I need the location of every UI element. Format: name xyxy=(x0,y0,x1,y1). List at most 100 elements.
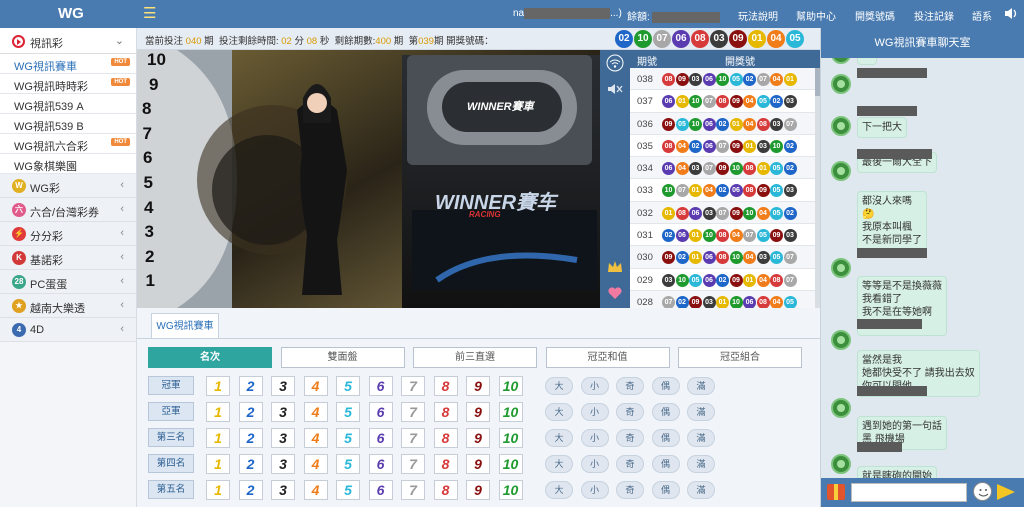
heart-icon[interactable] xyxy=(606,284,624,302)
number-pick-button[interactable]: 10 xyxy=(498,480,523,500)
number-pick-button[interactable]: 8 xyxy=(433,454,458,474)
number-pick-button[interactable]: 3 xyxy=(271,376,295,396)
number-pick-button[interactable]: 7 xyxy=(401,428,425,448)
sidebar-group[interactable]: ⚡ 分分彩 ‹ xyxy=(0,222,136,246)
sidebar-item[interactable]: WG視訊時時彩 HOT xyxy=(0,74,136,94)
number-pick-button[interactable]: 6 xyxy=(368,402,393,422)
number-pick-button[interactable]: 10 xyxy=(498,376,523,396)
number-pick-button[interactable]: 9 xyxy=(466,480,490,500)
number-pick-button[interactable]: 2 xyxy=(238,376,263,396)
hamburger-icon[interactable]: ☰ xyxy=(143,4,156,22)
number-pick-button[interactable]: 3 xyxy=(271,402,295,422)
chat-input[interactable] xyxy=(851,483,967,502)
number-pick-button[interactable]: 3 xyxy=(271,454,295,474)
number-pick-button[interactable]: 5 xyxy=(336,428,360,448)
nav-bet-history[interactable]: 投注記錄 xyxy=(914,8,954,23)
number-pick-button[interactable]: 1 xyxy=(206,402,230,422)
sidebar-item[interactable]: WG視訊539 A xyxy=(0,94,136,114)
number-pick-button[interactable]: 7 xyxy=(401,402,425,422)
number-pick-button[interactable]: 8 xyxy=(433,376,458,396)
number-pick-button[interactable]: 7 xyxy=(401,454,425,474)
number-pick-button[interactable]: 1 xyxy=(206,454,230,474)
send-icon[interactable] xyxy=(997,484,1015,500)
tab-wg-video-racing[interactable]: WG視訊賽車 xyxy=(151,313,219,339)
bet-mode-tab[interactable]: 前三直選 xyxy=(413,347,537,368)
sidebar-item[interactable]: WG視訊賽車 HOT xyxy=(0,54,136,74)
sidebar-item[interactable]: WG視訊539 B xyxy=(0,114,136,134)
bet-option-button[interactable]: 大 xyxy=(545,403,573,421)
bet-mode-tab[interactable]: 名次 xyxy=(148,347,272,368)
number-pick-button[interactable]: 4 xyxy=(303,428,328,448)
sidebar-section-video-lottery[interactable]: 視訊彩 ⌄ xyxy=(0,28,136,54)
bet-mode-tab[interactable]: 冠亞組合 xyxy=(678,347,802,368)
mute-icon[interactable] xyxy=(606,80,624,98)
number-pick-button[interactable]: 5 xyxy=(336,480,360,500)
sidebar-group[interactable]: 4 4D ‹ xyxy=(0,318,136,342)
bet-option-button[interactable]: 小 xyxy=(580,429,609,447)
nav-language[interactable]: 語系 xyxy=(972,8,992,23)
number-pick-button[interactable]: 4 xyxy=(303,376,328,396)
number-pick-button[interactable]: 2 xyxy=(238,480,263,500)
bet-option-button[interactable]: 滿 xyxy=(687,455,715,473)
number-pick-button[interactable]: 3 xyxy=(271,480,295,500)
number-pick-button[interactable]: 5 xyxy=(336,376,360,396)
bet-option-button[interactable]: 奇 xyxy=(616,481,644,499)
sidebar-group[interactable]: 28 PC蛋蛋 ‹ xyxy=(0,270,136,294)
number-pick-button[interactable]: 5 xyxy=(336,402,360,422)
number-pick-button[interactable]: 10 xyxy=(498,402,523,422)
number-pick-button[interactable]: 7 xyxy=(401,376,425,396)
number-pick-button[interactable]: 1 xyxy=(206,376,230,396)
bet-option-button[interactable]: 偶 xyxy=(651,481,680,499)
number-pick-button[interactable]: 4 xyxy=(303,480,328,500)
emoji-icon[interactable] xyxy=(973,482,992,501)
bet-option-button[interactable]: 滿 xyxy=(687,403,715,421)
sidebar-group[interactable]: W WG彩 ‹ xyxy=(0,174,136,198)
nav-rules[interactable]: 玩法說明 xyxy=(738,8,778,23)
bet-option-button[interactable]: 偶 xyxy=(651,455,680,473)
number-pick-button[interactable]: 8 xyxy=(433,428,458,448)
nav-results[interactable]: 開獎號碼 xyxy=(855,8,895,23)
bet-option-button[interactable]: 大 xyxy=(545,429,573,447)
number-pick-button[interactable]: 9 xyxy=(466,428,490,448)
bet-option-button[interactable]: 奇 xyxy=(616,403,644,421)
gift-icon[interactable] xyxy=(827,484,845,500)
bet-option-button[interactable]: 小 xyxy=(580,377,609,395)
bet-option-button[interactable]: 滿 xyxy=(687,481,715,499)
bet-option-button[interactable]: 大 xyxy=(545,455,573,473)
bet-option-button[interactable]: 奇 xyxy=(616,455,644,473)
bet-option-button[interactable]: 偶 xyxy=(651,377,680,395)
sidebar-group[interactable]: K 基諾彩 ‹ xyxy=(0,246,136,270)
bet-option-button[interactable]: 大 xyxy=(545,377,573,395)
bet-option-button[interactable]: 小 xyxy=(580,481,609,499)
bet-option-button[interactable]: 小 xyxy=(580,403,609,421)
number-pick-button[interactable]: 6 xyxy=(368,454,393,474)
number-pick-button[interactable]: 2 xyxy=(238,428,263,448)
number-pick-button[interactable]: 10 xyxy=(498,428,523,448)
speaker-icon[interactable] xyxy=(1004,7,1018,20)
crown-icon[interactable] xyxy=(606,258,624,276)
live-video-stream[interactable]: 10 9 8 7 6 5 4 3 2 1 WINNER賽車 WINNER賽车 RACING xyxy=(137,50,600,308)
bet-option-button[interactable]: 滿 xyxy=(687,377,715,395)
number-pick-button[interactable]: 6 xyxy=(368,428,393,448)
number-pick-button[interactable]: 9 xyxy=(466,454,490,474)
number-pick-button[interactable]: 3 xyxy=(271,428,295,448)
sidebar-item[interactable]: WG象棋樂園 xyxy=(0,154,136,174)
number-pick-button[interactable]: 6 xyxy=(368,480,393,500)
bet-option-button[interactable]: 奇 xyxy=(616,429,644,447)
number-pick-button[interactable]: 1 xyxy=(206,428,230,448)
bet-option-button[interactable]: 小 xyxy=(580,455,609,473)
number-pick-button[interactable]: 8 xyxy=(433,480,458,500)
number-pick-button[interactable]: 2 xyxy=(238,402,263,422)
bet-mode-tab[interactable]: 冠亞和值 xyxy=(545,347,670,368)
number-pick-button[interactable]: 7 xyxy=(401,480,425,500)
number-pick-button[interactable]: 9 xyxy=(466,402,490,422)
sidebar-group[interactable]: 六六合/台灣彩券 ‹ xyxy=(0,198,136,222)
bet-option-button[interactable]: 偶 xyxy=(651,403,680,421)
bet-mode-tab[interactable]: 雙面盤 xyxy=(280,347,405,368)
number-pick-button[interactable]: 10 xyxy=(498,454,523,474)
number-pick-button[interactable]: 4 xyxy=(303,454,328,474)
wifi-icon[interactable] xyxy=(606,54,624,72)
sidebar-group[interactable]: ★ 越南大樂透 ‹ xyxy=(0,294,136,318)
nav-help[interactable]: 幫助中心 xyxy=(796,8,836,23)
sidebar-item[interactable]: WG視訊六合彩 HOT xyxy=(0,134,136,154)
